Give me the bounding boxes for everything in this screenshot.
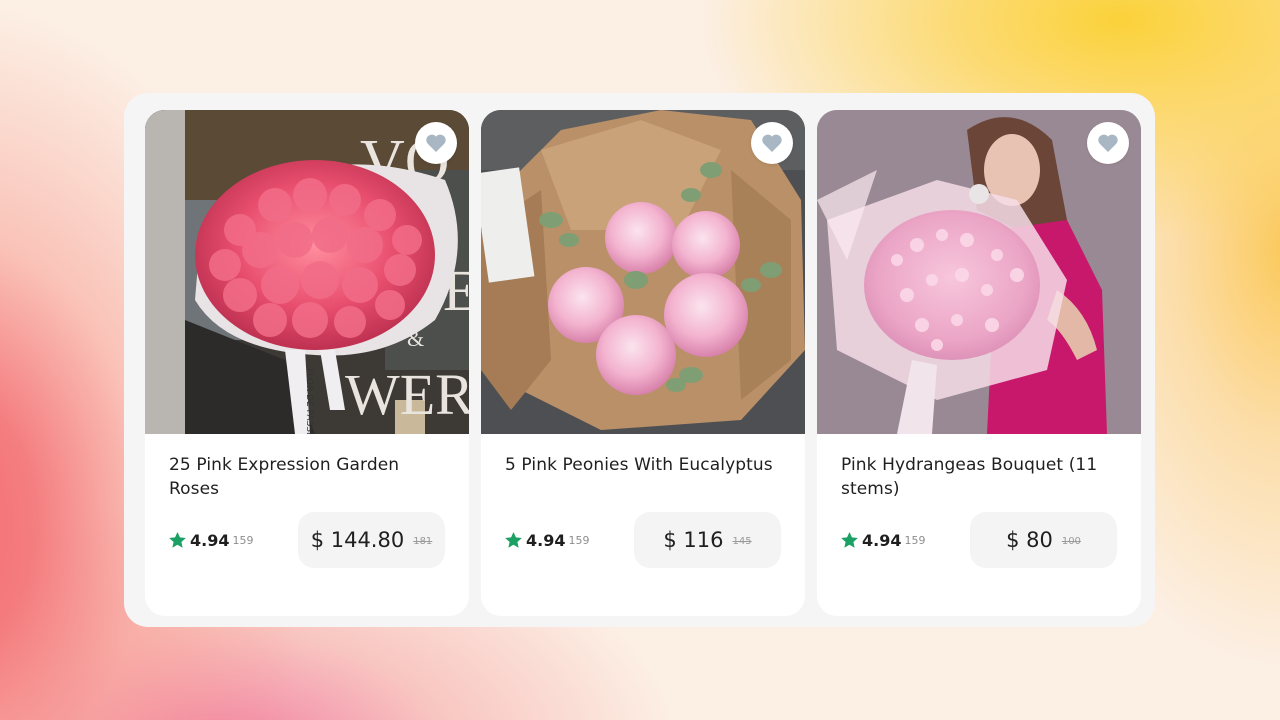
rating: 4.94 159 bbox=[841, 530, 925, 550]
ribbon-lettering: FLOR DE PASSION bbox=[304, 368, 314, 434]
product-title[interactable]: Pink Hydrangeas Bouquet (11 stems) bbox=[841, 453, 1121, 501]
product-card-roses[interactable]: VO E & WER FLOR DE PASSION 25 Pink Expre… bbox=[145, 110, 469, 616]
heart-icon bbox=[762, 134, 782, 152]
favorite-button[interactable] bbox=[415, 122, 457, 164]
review-count: 159 bbox=[568, 534, 590, 547]
price-button[interactable]: $ 80 100 bbox=[970, 512, 1117, 568]
product-title[interactable]: 5 Pink Peonies With Eucalyptus bbox=[505, 453, 785, 477]
review-count: 159 bbox=[232, 534, 254, 547]
star-icon bbox=[841, 532, 858, 548]
product-card-peonies[interactable]: 5 Pink Peonies With Eucalyptus 4.94 159 … bbox=[481, 110, 805, 616]
favorite-button[interactable] bbox=[751, 122, 793, 164]
product-photo-roses[interactable]: VO E & WER FLOR DE PASSION bbox=[145, 110, 469, 434]
heart-icon bbox=[1098, 134, 1118, 152]
product-photo-hydrangeas[interactable] bbox=[817, 110, 1141, 434]
current-price: $ 116 bbox=[663, 528, 724, 552]
product-photo-peonies[interactable] bbox=[481, 110, 805, 434]
rating: 4.94 159 bbox=[505, 530, 589, 550]
star-icon bbox=[505, 532, 522, 548]
current-price: $ 80 bbox=[1006, 528, 1053, 552]
old-price: 145 bbox=[732, 536, 752, 547]
heart-icon bbox=[426, 134, 446, 152]
product-title[interactable]: 25 Pink Expression Garden Roses bbox=[169, 453, 449, 501]
rating-score: 4.94 bbox=[526, 530, 566, 550]
rating-score: 4.94 bbox=[862, 530, 902, 550]
star-icon bbox=[169, 532, 186, 548]
window-lettering-4: WER bbox=[345, 362, 469, 427]
old-price: 100 bbox=[1061, 536, 1081, 547]
rating-score: 4.94 bbox=[190, 530, 230, 550]
product-card-hydrangeas[interactable]: Pink Hydrangeas Bouquet (11 stems) 4.94 … bbox=[817, 110, 1141, 616]
old-price: 181 bbox=[413, 536, 433, 547]
favorite-button[interactable] bbox=[1087, 122, 1129, 164]
current-price: $ 144.80 bbox=[310, 528, 405, 552]
price-button[interactable]: $ 144.80 181 bbox=[298, 512, 445, 568]
review-count: 159 bbox=[904, 534, 926, 547]
rating: 4.94 159 bbox=[169, 530, 253, 550]
price-button[interactable]: $ 116 145 bbox=[634, 512, 781, 568]
